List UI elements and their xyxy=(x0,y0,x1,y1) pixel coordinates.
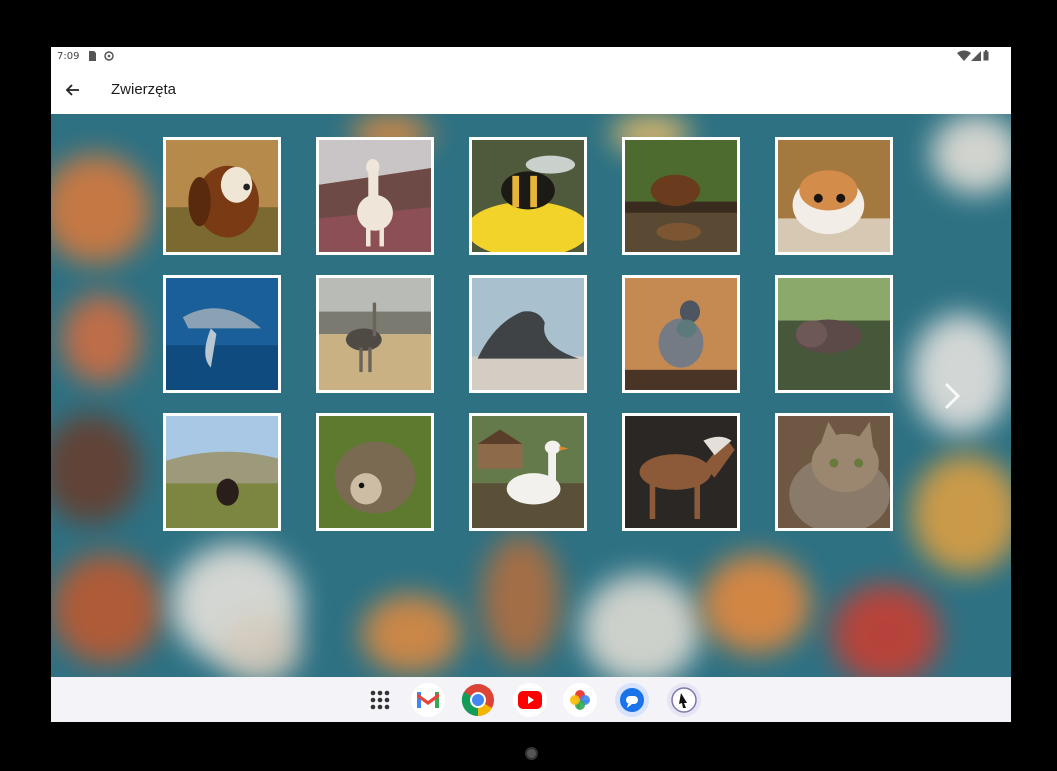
dog-image xyxy=(166,140,278,252)
llama-image xyxy=(319,140,431,252)
animal-tile-goose[interactable] xyxy=(469,413,587,531)
animal-tile-cat[interactable] xyxy=(775,413,893,531)
status-bar: 7:09 xyxy=(51,47,1011,67)
page-title: Zwierzęta xyxy=(111,81,177,98)
youtube-icon[interactable] xyxy=(513,683,547,717)
horse-image xyxy=(625,416,737,528)
animal-tile-bee[interactable] xyxy=(469,137,587,255)
hamster-image xyxy=(778,140,890,252)
gmail-icon[interactable] xyxy=(411,683,445,717)
app-drawer-icon[interactable] xyxy=(363,683,397,717)
animal-gallery xyxy=(51,114,1011,677)
goose-image xyxy=(472,416,584,528)
animal-tile-hippo[interactable] xyxy=(775,275,893,393)
next-page-chevron-icon[interactable] xyxy=(936,376,966,416)
app-bar: Zwierzęta xyxy=(51,67,1011,114)
animal-tile-pigeon[interactable] xyxy=(622,275,740,393)
animal-tile-dog[interactable] xyxy=(163,137,281,255)
animal-tile-hedgehog[interactable] xyxy=(316,413,434,531)
sync-icon xyxy=(104,51,114,61)
seal-image xyxy=(472,278,584,390)
animal-tile-beaver[interactable] xyxy=(622,137,740,255)
photos-icon[interactable] xyxy=(563,683,597,717)
beaver-image xyxy=(625,140,737,252)
pointer-app-icon[interactable] xyxy=(667,683,701,717)
cat-image xyxy=(778,416,890,528)
bee-image xyxy=(472,140,584,252)
wifi-icon xyxy=(957,50,971,61)
animal-tile-hamster[interactable] xyxy=(775,137,893,255)
sd-card-icon xyxy=(89,51,96,61)
animal-tile-turkey[interactable] xyxy=(163,413,281,531)
turkey-image xyxy=(166,416,278,528)
messages-icon[interactable] xyxy=(615,683,649,717)
animal-tile-horse[interactable] xyxy=(622,413,740,531)
status-time: 7:09 xyxy=(57,51,80,62)
battery-icon xyxy=(983,50,989,61)
animal-tile-dolphin[interactable] xyxy=(163,275,281,393)
home-button[interactable] xyxy=(525,747,538,760)
back-arrow-icon[interactable] xyxy=(63,80,83,100)
taskbar xyxy=(51,677,1011,722)
ostrich-image xyxy=(319,278,431,390)
pigeon-image xyxy=(625,278,737,390)
hedgehog-image xyxy=(319,416,431,528)
animal-tile-llama[interactable] xyxy=(316,137,434,255)
tablet-screen: 7:09 Zwierzęta xyxy=(51,47,1011,722)
hippo-image xyxy=(778,278,890,390)
dolphin-image xyxy=(166,278,278,390)
chrome-icon[interactable] xyxy=(461,683,495,717)
signal-icon xyxy=(971,51,981,61)
animal-tile-ostrich[interactable] xyxy=(316,275,434,393)
animal-tile-seal[interactable] xyxy=(469,275,587,393)
